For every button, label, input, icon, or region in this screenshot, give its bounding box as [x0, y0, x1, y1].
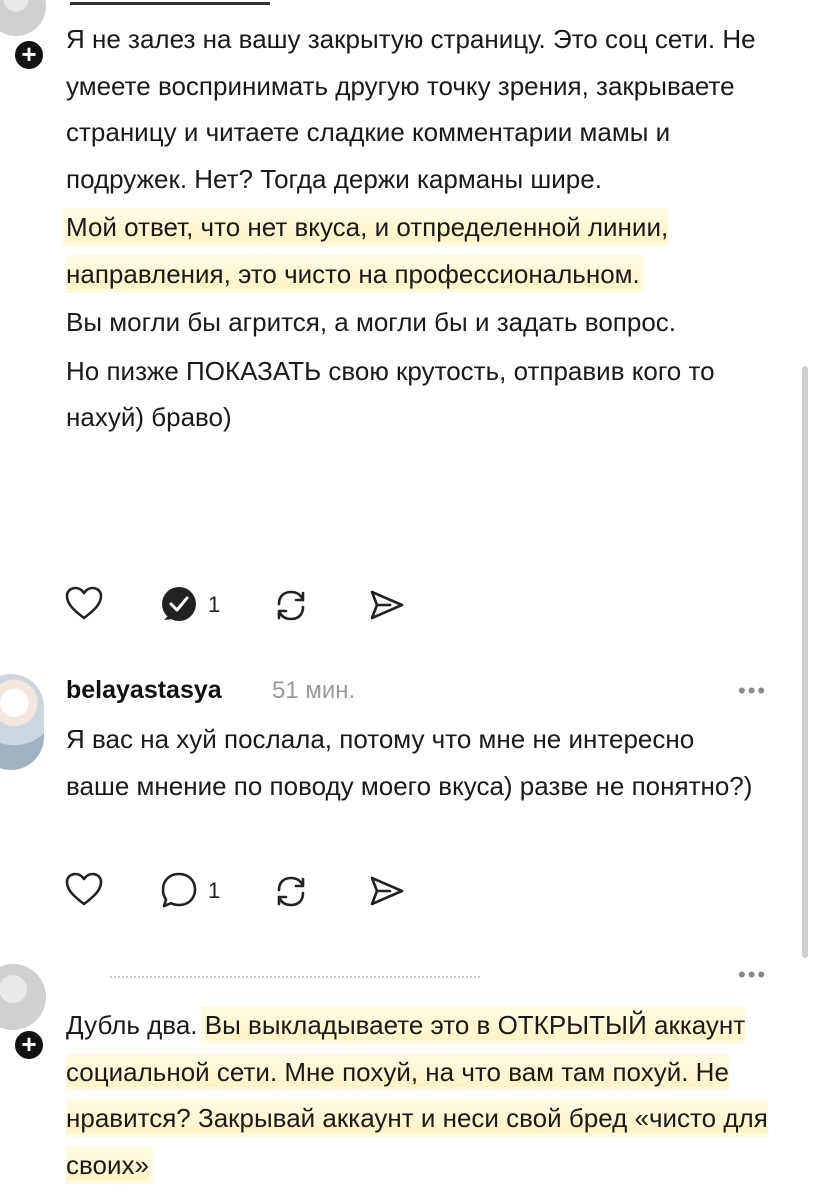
- scrollbar[interactable]: [802, 366, 808, 958]
- timestamp: 51 мин.: [272, 677, 356, 704]
- like-button[interactable]: [64, 584, 104, 624]
- username-redacted: [110, 968, 480, 978]
- comment-paragraph: Дубль два. Вы выкладываете это в ОТКРЫТЫ…: [66, 1002, 796, 1188]
- comment-text: Я вас на хуй послала, потому что мне не …: [66, 716, 756, 809]
- follow-plus-icon[interactable]: +: [12, 38, 46, 72]
- comment-text: Дубль два. Вы выкладываете это в ОТКРЫТЫ…: [66, 1002, 796, 1188]
- repost-button[interactable]: [270, 584, 312, 626]
- repost-icon: [277, 590, 305, 621]
- comment-paragraph: Я не залез на вашу закрытую страницу. Эт…: [66, 24, 756, 194]
- avatar[interactable]: [0, 0, 46, 36]
- comment-paragraph: Но пизже ПОКАЗАТЬ свою крутость, отправи…: [66, 355, 715, 433]
- heart-icon: [65, 586, 103, 620]
- more-options-icon[interactable]: •••: [738, 678, 767, 704]
- like-button[interactable]: [64, 870, 104, 910]
- comment-icon: [161, 872, 197, 908]
- send-icon: [370, 876, 404, 906]
- comment-filled-icon: [162, 587, 196, 621]
- username[interactable]: belayastasya: [66, 676, 222, 705]
- avatar[interactable]: [0, 964, 46, 1030]
- share-button[interactable]: [366, 870, 408, 912]
- send-icon: [370, 590, 404, 620]
- comment-text: Я не залез на вашу закрытую страницу. Эт…: [66, 16, 786, 441]
- comment-paragraph: Вы могли бы агрится, а могли бы и задать…: [66, 307, 677, 337]
- repost-button[interactable]: [270, 870, 312, 912]
- reply-button[interactable]: [158, 584, 200, 626]
- highlighted-text: Мой ответ, что нет вкуса, и отпределенно…: [66, 212, 669, 289]
- reply-button[interactable]: [158, 870, 200, 912]
- reply-count: 1: [208, 592, 221, 617]
- heart-icon: [65, 872, 103, 906]
- follow-plus-icon[interactable]: +: [12, 1028, 46, 1062]
- reply-count: 1: [208, 878, 221, 903]
- more-options-icon[interactable]: •••: [738, 962, 767, 988]
- avatar[interactable]: [0, 674, 44, 770]
- comment-paragraph: Мой ответ, что нет вкуса, и отпределенно…: [66, 204, 786, 297]
- repost-icon: [277, 876, 305, 907]
- share-button[interactable]: [366, 584, 408, 626]
- comment-text-plain: Дубль два.: [66, 1010, 198, 1040]
- comment-paragraph: Я вас на хуй послала, потому что мне не …: [66, 724, 753, 801]
- username-redacted: [70, 0, 270, 5]
